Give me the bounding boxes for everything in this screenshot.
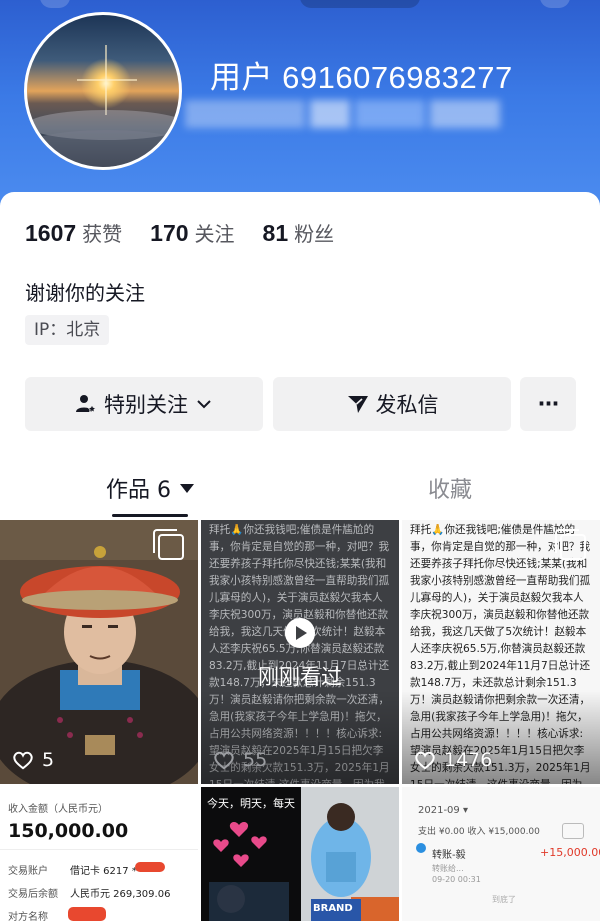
post-thumbnail[interactable]: 拜托🙏你还我钱吧;催债是件尴尬的事，你肯定是自觉的那一种，对吧？我还要养孩子拜托… [201,520,399,784]
like-number: 55 [243,749,268,771]
post-thumbnail[interactable]: 收入金额（人民币元） 150,000.00 交易账户 借记卡 6217 ****… [0,787,198,921]
stat-number: 1607 [25,220,77,246]
send-icon [347,396,368,413]
tab-favorites-label: 收藏 [427,478,472,503]
post-caption: 今天，明天，每天 [207,797,295,810]
receipt-row-value: 人民币元 269,309.06 [70,889,171,900]
stat-number: 170 [150,220,189,246]
recently-viewed-label: 刚刚看过 [258,665,342,689]
like-number: 1476 [444,749,493,771]
heart-icon [13,751,33,770]
redaction [68,907,106,921]
list-end-text: 到底了 [492,895,516,904]
transfer-date: 09-20 00:31 [432,875,481,884]
caret-down-icon [180,483,194,493]
like-count: 1476 [414,749,492,771]
post-thumbnail[interactable]: 2021-09 ▾ 支出 ¥0.00 收入 ¥15,000.00 转账-毅 +1… [402,787,600,921]
blurred-account-id [185,100,545,130]
stat-label: 获赞 [82,222,123,246]
back-button[interactable] [40,0,70,8]
stat-following[interactable]: 170 关注 [150,218,234,247]
play-icon [285,618,315,648]
post-thumbnail[interactable]: 拜托🙏你还我钱吧;催债是件尴尬的事，你肯定是自觉的那一种，对吧？我还要养孩子拜托… [402,520,600,784]
tab-indicator [112,514,188,517]
tab-favorites[interactable]: 收藏 [300,458,600,518]
multi-image-icon [153,529,184,560]
more-icon: ··· [537,392,560,416]
transfer-name: 转账-毅 [432,850,466,861]
ip-location-badge: IP：北京 [25,315,110,345]
shirt-brand-text: BRAND [313,903,353,914]
receipt-row-label: 对方名称 [8,912,48,921]
send-message-label: 发私信 [375,393,439,417]
stat-likes[interactable]: 1607 获赞 [25,218,122,247]
tab-works[interactable]: 作品 6 [0,458,300,518]
content-tabs: 作品 6 收藏 [0,458,600,518]
like-count: 5 [12,749,54,771]
receipt-row-label: 交易后余额 [8,889,58,900]
receipt-row-label: 交易账户 [8,866,48,877]
tab-works-label: 作品 6 [106,478,171,503]
avatar[interactable] [24,12,182,170]
profile-header: 用户 6916076983277 [0,0,600,215]
like-count: 55 [213,749,267,771]
user-star-icon [76,395,97,413]
transfer-amount: +15,000.00 [540,846,600,859]
stat-label: 关注 [194,222,235,246]
special-follow-label: 特别关注 [104,393,188,417]
send-message-button[interactable]: 发私信 [273,377,511,431]
post-thumbnail[interactable]: 今天，明天，每天 BRAND [201,787,399,921]
sun-ray [77,79,137,81]
menu-button[interactable] [540,0,570,8]
stat-followers[interactable]: 81 粉丝 [263,218,335,247]
cloud [27,130,179,167]
works-grid: 5 拜托🙏你还我钱吧;催债是件尴尬的事，你肯定是自觉的那一种，对吧？我还要养孩子… [0,520,600,921]
multi-image-icon [555,529,586,560]
heart-icon [415,751,435,770]
transfer-month: 2021-09 ▾ [418,805,468,816]
post-thumbnail[interactable]: 5 [0,520,198,784]
stat-label: 粉丝 [294,222,335,246]
like-number: 5 [42,749,55,771]
bio-text: 谢谢你的关注 [25,281,145,305]
search-bar[interactable] [300,0,420,8]
stats-row: 1607 获赞 170 关注 81 粉丝 [25,218,362,247]
receipt-amount: 150,000.00 [8,820,129,842]
transfer-summary: 支出 ¥0.00 收入 ¥15,000.00 [418,827,540,837]
transfer-sub: 转账给... [432,864,464,873]
special-follow-button[interactable]: 特别关注 [25,377,263,431]
receipt-title: 收入金额（人民币元） [8,804,108,815]
chevron-down-icon [197,400,211,409]
stat-number: 81 [262,220,289,246]
more-button[interactable]: ··· [520,377,576,431]
heart-icon [214,751,234,770]
username: 用户 6916076983277 [210,60,513,95]
redaction [135,862,165,872]
